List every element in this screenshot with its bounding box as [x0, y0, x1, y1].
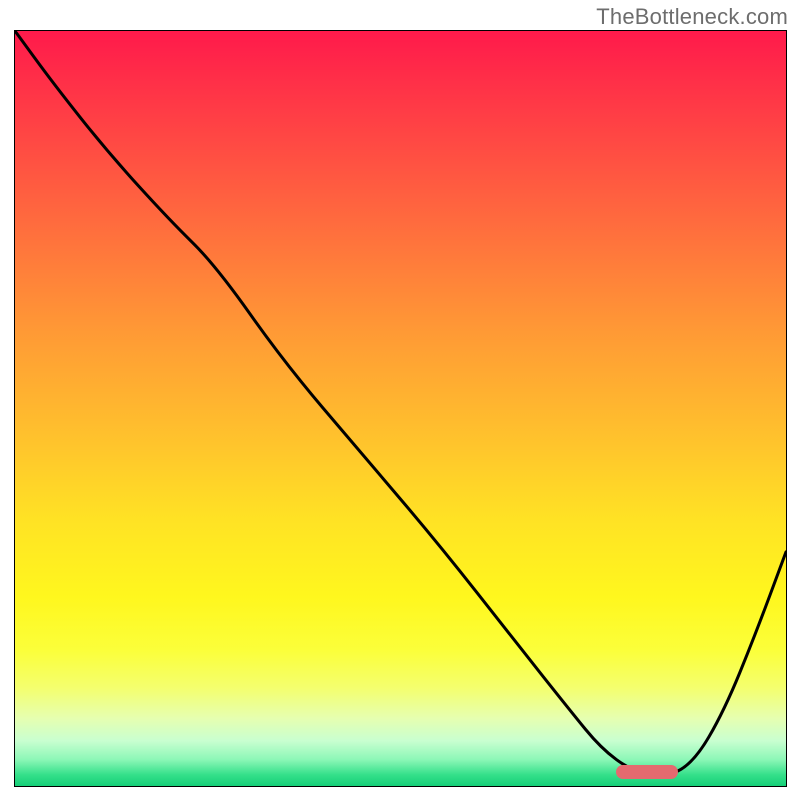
curve-path — [15, 31, 786, 776]
chart-frame — [14, 30, 787, 787]
watermark-text: TheBottleneck.com — [596, 4, 788, 30]
bottleneck-curve — [15, 31, 786, 786]
optimum-marker — [616, 765, 678, 779]
